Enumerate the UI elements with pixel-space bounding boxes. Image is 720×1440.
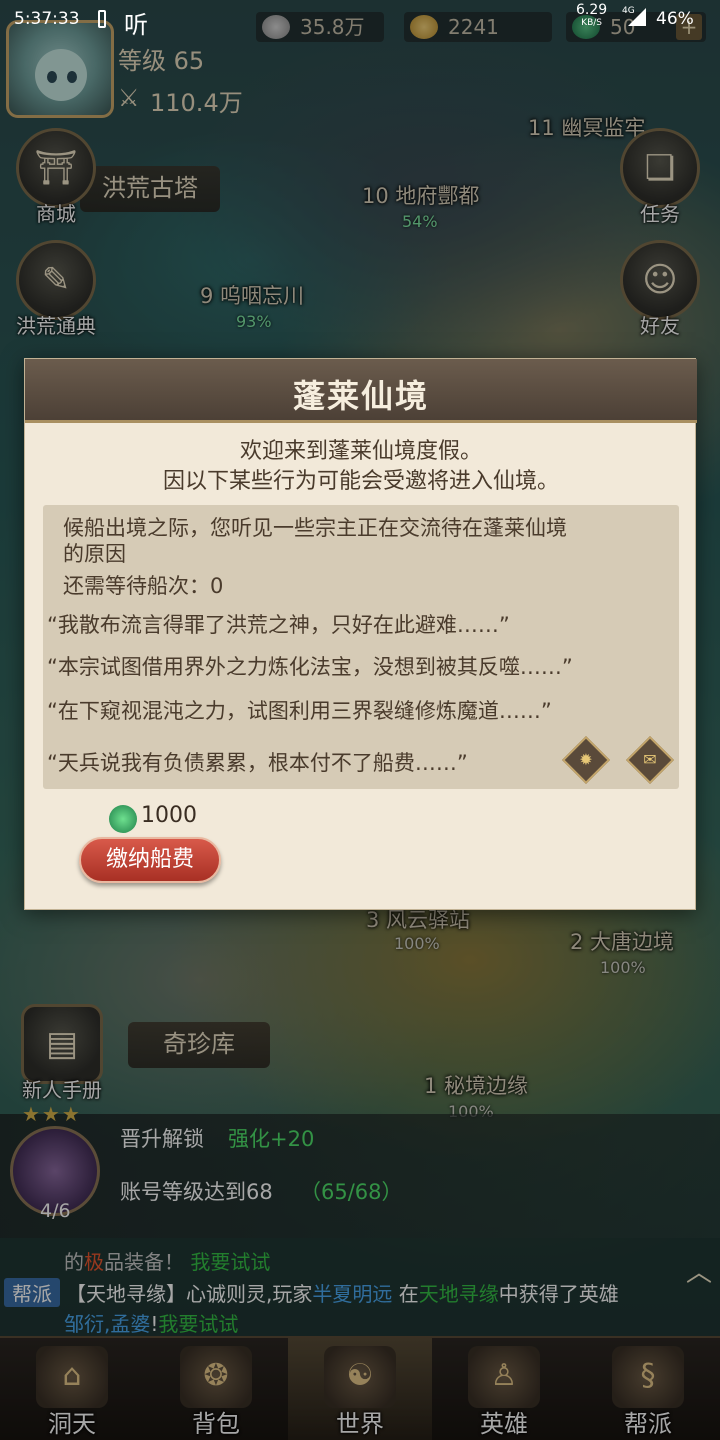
reason-line: “我散布流言得罪了洪荒之神，只好在此避难……” — [47, 613, 510, 637]
charging-icon — [98, 10, 106, 28]
settings-gear-icon[interactable]: ✹ — [561, 735, 611, 785]
pay-fee-button[interactable]: 缴纳船费 — [79, 837, 221, 883]
dialog-intro: 欢迎来到蓬莱仙境度假。 因以下某些行为可能会受邀将进入仙境。 — [25, 437, 697, 497]
penglai-dialog: 蓬莱仙境 欢迎来到蓬莱仙境度假。 因以下某些行为可能会受邀将进入仙境。 候船出境… — [24, 358, 697, 910]
dialog-header: 蓬莱仙境 — [25, 359, 697, 423]
intro-line: 因以下某些行为可能会受邀将进入仙境。 — [162, 469, 559, 494]
reason-line: “天兵说我有负债累累，根本付不了船费……” — [47, 751, 468, 775]
carrier-label: 听 — [124, 11, 148, 39]
reason-line: “本宗试图借用界外之力炼化法宝，没想到被其反噬……” — [47, 655, 573, 679]
clock: 5:37:33 — [14, 9, 80, 29]
reason-line: “在下窥视混沌之力，试图利用三界裂缝修炼魔道……” — [47, 699, 552, 723]
jade-icon — [109, 805, 137, 833]
wait-count: 还需等待船次：0 — [63, 574, 224, 598]
status-bar: 5:37:33 听 6.29 KB/S 4G 46% — [0, 0, 720, 40]
intro-line: 欢迎来到蓬莱仙境度假。 — [239, 439, 482, 464]
description-line: 的原因 — [63, 542, 126, 566]
battery-level: 46% — [656, 9, 694, 29]
net-speed: 6.29 KB/S — [576, 2, 608, 28]
dialog-title: 蓬莱仙境 — [292, 377, 429, 415]
description-line: 候船出境之际，您听见一些宗主正在交流待在蓬莱仙境 — [63, 516, 567, 540]
signal-icon — [628, 8, 646, 26]
mail-icon[interactable]: ✉ — [625, 735, 675, 785]
info-box: 候船出境之际，您听见一些宗主正在交流待在蓬莱仙境 的原因 还需等待船次：0 “我… — [43, 505, 679, 789]
fee-amount: 1000 — [141, 803, 197, 828]
